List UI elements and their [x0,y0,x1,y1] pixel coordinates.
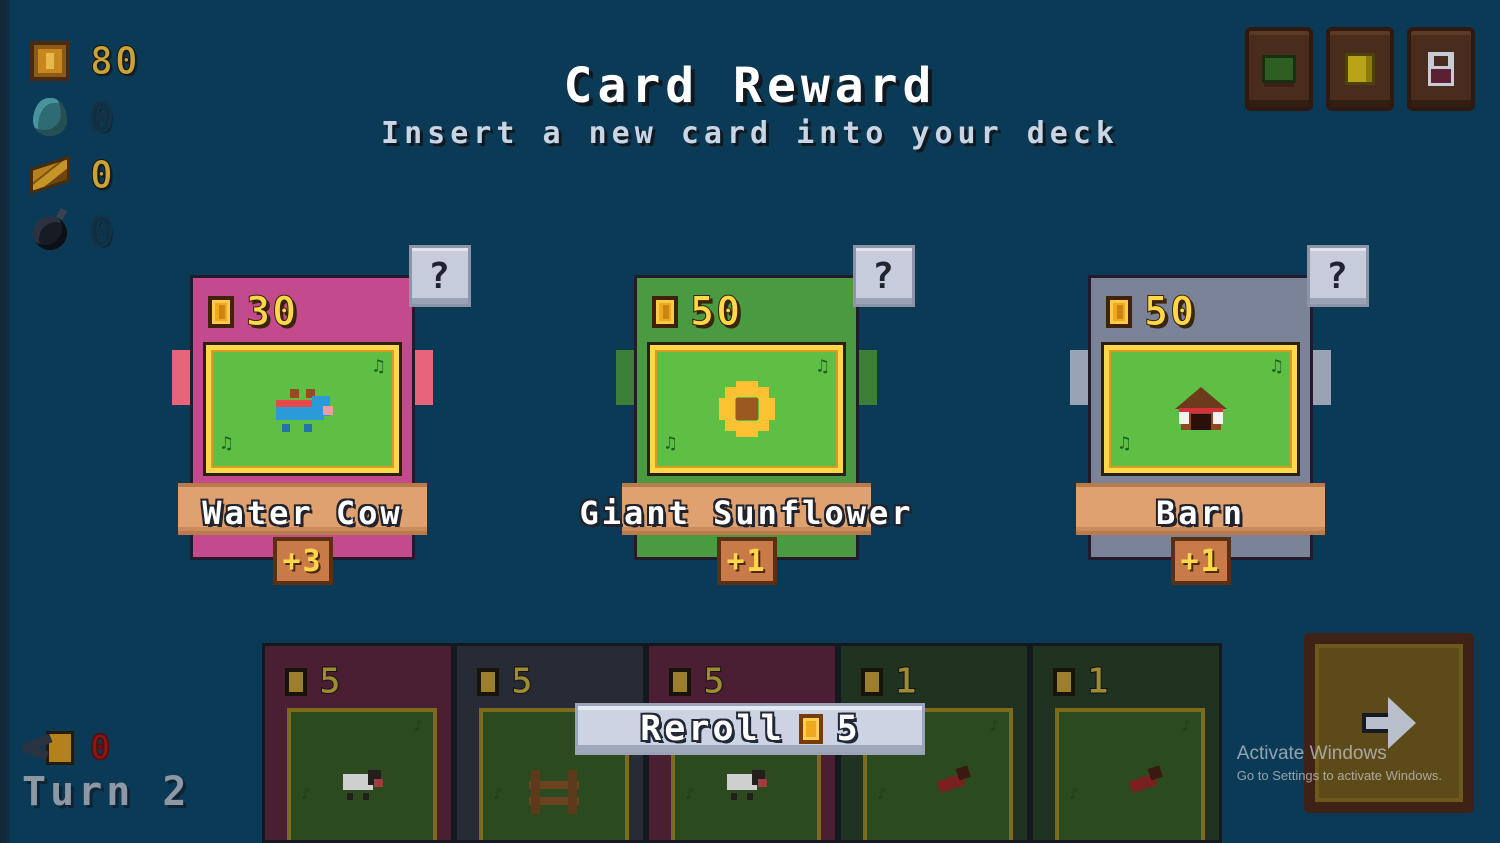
hand-card-cost-value: 5 [703,661,727,702]
hand-card-cost: 1 [861,661,919,702]
reward-card-giant-sunflower[interactable]: 50 ♫ ♫ Giant Sunflower +1 ? [580,245,915,585]
resource-row-wood: 0 [30,146,140,203]
gold-icon [1345,53,1375,85]
hand-card-art: ♪ ♪ [1055,708,1205,840]
coin-icon [669,668,691,696]
grass-tuft-icon: ♫ [817,356,828,377]
grass-tuft-icon: ♫ [1271,356,1282,377]
deck-button[interactable] [1245,27,1313,111]
card-name-banner: Giant Sunflower [580,483,911,535]
hand-card-cost: 5 [669,661,727,702]
coin-icon [285,668,307,696]
deck-icon [1262,55,1296,83]
card-info-badge[interactable]: ? [853,245,915,307]
hand-card-cost: 1 [1053,661,1111,702]
grass-tuft-icon: ♪ [989,716,999,735]
grass-tuft-icon: ♫ [373,356,384,377]
hand-card-cost-value: 5 [319,661,343,702]
grass-tuft-icon: ♪ [1181,716,1191,735]
sheep-sprite [727,770,767,800]
card-cost: 30 [208,289,299,335]
fence-sprite [529,770,579,814]
grass-tuft-icon: ♪ [493,784,503,803]
turn-indicator: 0 Turn 2 [21,728,191,815]
card-name: Barn [1155,494,1246,532]
grass-tuft-icon: ♪ [301,784,311,803]
card-name-banner: Water Cow [178,483,427,535]
card-cost: 50 [652,289,743,335]
hand-card-cost-value: 5 [511,661,535,702]
grass-tuft-icon: ♪ [1069,784,1079,803]
tool-value: 0 [89,728,113,768]
tool-icon [21,731,74,765]
end-turn-button[interactable] [1304,633,1474,813]
coin-icon [861,668,883,696]
coin-icon [1106,296,1132,328]
card-art: ♫ ♫ [206,345,399,473]
reroll-button[interactable]: Reroll 5 [575,703,925,755]
hand-card-cost: 5 [477,661,535,702]
card-name: Giant Sunflower [579,494,914,532]
arrow-right-icon [1362,693,1420,753]
page-subtitle: Insert a new card into your deck [381,116,1119,151]
reroll-cost: 5 [836,709,860,749]
sunflower-sprite [718,381,775,437]
card-cost-value: 50 [689,289,743,335]
cow-sprite [275,389,333,432]
wood-value: 0 [90,152,115,197]
potion-button[interactable] [1407,27,1475,111]
coin-icon [652,296,678,328]
tool-counter: 0 [21,728,191,768]
grass-tuft-icon: ♫ [1119,433,1130,454]
card-cost-value: 50 [1143,289,1197,335]
top-right-toolbar [1245,27,1475,111]
card-cost: 50 [1106,289,1197,335]
grass-tuft-icon: ♫ [665,433,676,454]
gold-button[interactable] [1326,27,1394,111]
grass-tuft-icon: ♪ [413,716,423,735]
turn-label: Turn 2 [22,769,191,815]
grass-tuft-icon: ♪ [877,784,887,803]
wood-icon [30,155,70,195]
card-art: ♫ ♫ [650,345,843,473]
card-info-badge[interactable]: ? [409,245,471,307]
reroll-label: Reroll [640,709,785,749]
hand-card[interactable]: 5 ♪ ♪ [262,643,454,843]
potion-icon [1425,52,1457,86]
reward-card-barn[interactable]: 50 ♫ ♫ Barn +1 ? [1070,245,1369,585]
coin-icon [208,296,234,328]
coin-icon [477,668,499,696]
card-info-badge[interactable]: ? [1307,245,1369,307]
card-name: Water Cow [202,494,403,532]
hand-card-cost-value: 1 [895,661,919,702]
card-name-banner: Barn [1076,483,1325,535]
coin-icon [798,714,823,744]
sheep-sprite [343,770,383,800]
bomb-icon [30,212,70,252]
hand-card-cost-value: 1 [1087,661,1111,702]
card-bonus-badge: +3 [272,537,333,585]
reward-card-water-cow[interactable]: 30 ♫ ♫ Water Cow +3 ? [172,245,471,585]
grass-tuft-icon: ♪ [685,784,695,803]
resource-row-bomb: 0 [30,203,140,260]
crop-sprite [935,765,975,800]
hand-card[interactable]: 1 ♪ ♪ [1030,643,1222,843]
card-cost-value: 30 [245,289,299,335]
coin-icon [1053,668,1075,696]
bomb-value: 0 [89,209,115,254]
card-bonus-badge: +1 [716,537,777,585]
grass-tuft-icon: ♫ [221,433,232,454]
card-art: ♫ ♫ [1104,345,1297,473]
hand-card-cost: 5 [285,661,343,702]
card-bonus-badge: +1 [1170,537,1231,585]
crop-sprite [1127,765,1167,800]
hand-card-art: ♪ ♪ [287,708,437,840]
barn-sprite [1174,387,1227,431]
game-screen: 80 0 0 0 Card Reward Insert a new card i… [0,0,1500,843]
